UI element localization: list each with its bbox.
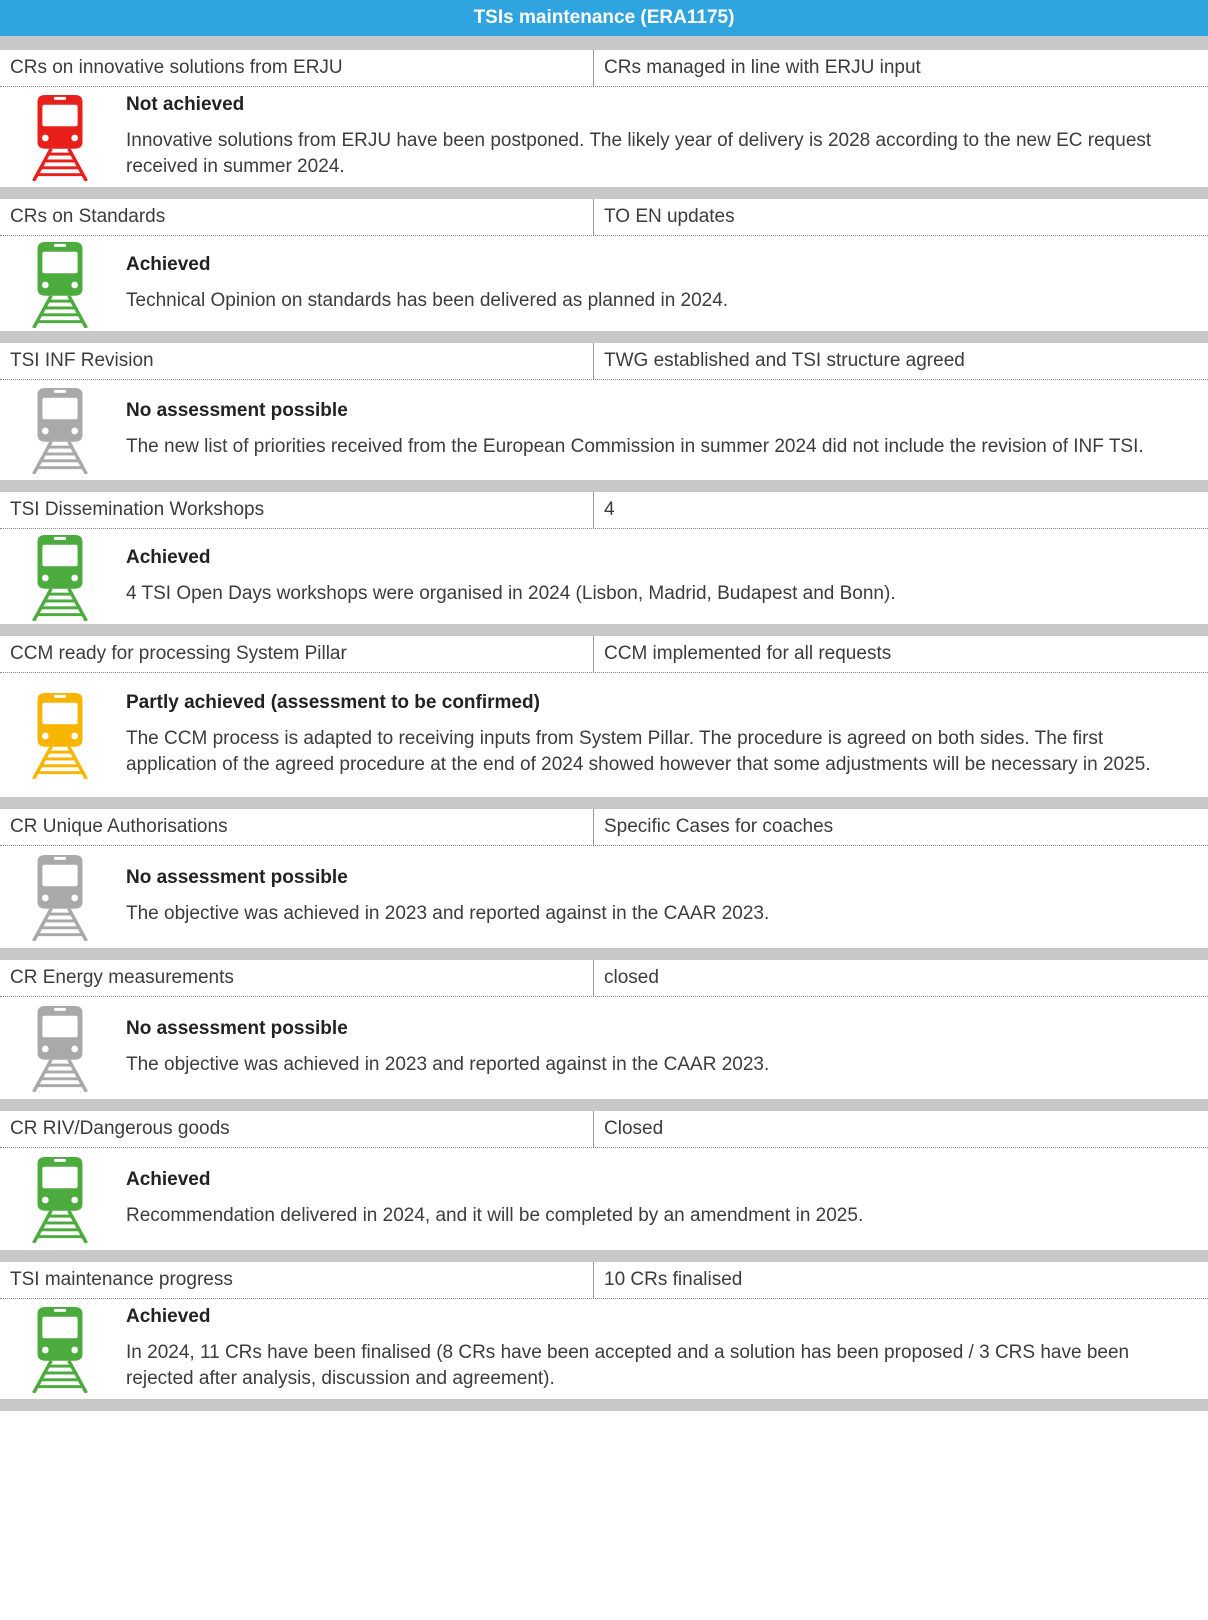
kpi-row: CRs on innovative solutions from ERJU CR… xyxy=(0,50,1208,87)
status-description: Innovative solutions from ERJU have been… xyxy=(126,130,1152,177)
row-separator xyxy=(0,480,1208,492)
train-status-icon-grey xyxy=(24,853,96,941)
table-title: TSIs maintenance (ERA1175) xyxy=(0,0,1208,36)
status-description: The objective was achieved in 2023 and r… xyxy=(126,1054,770,1075)
target-cell: TWG established and TSI structure agreed xyxy=(604,350,965,371)
kpi-row: TSI maintenance progress 10 CRs finalise… xyxy=(0,1262,1208,1299)
target-cell: 10 CRs finalised xyxy=(604,1269,743,1290)
assessment-block: Partly achieved (assessment to be confir… xyxy=(0,673,1208,797)
assessment-block: Not achieved Innovative solutions from E… xyxy=(0,87,1208,187)
target-cell: 4 xyxy=(604,499,615,520)
row-separator xyxy=(0,331,1208,343)
status-label: Achieved xyxy=(126,546,211,568)
assessment-block: Achieved In 2024, 11 CRs have been final… xyxy=(0,1299,1208,1399)
indicator-cell: CR Energy measurements xyxy=(0,960,594,996)
kpi-row: TSI Dissemination Workshops 4 xyxy=(0,492,1208,529)
kpi-row: CR RIV/Dangerous goods Closed xyxy=(0,1111,1208,1148)
assessment-block: No assessment possible The objective was… xyxy=(0,846,1208,948)
target-cell: Closed xyxy=(604,1118,664,1139)
status-description: 4 TSI Open Days workshops were organised… xyxy=(126,582,896,604)
status-label: No assessment possible xyxy=(126,1018,348,1039)
train-status-icon-green xyxy=(24,533,96,621)
indicator-cell: TSI INF Revision xyxy=(0,343,594,379)
tsi-maintenance-table: TSIs maintenance (ERA1175) CRs on innova… xyxy=(0,0,1208,1620)
status-label: No assessment possible xyxy=(126,400,348,421)
assessment-block: Achieved 4 TSI Open Days workshops were … xyxy=(0,529,1208,624)
status-label: Partly achieved (assessment to be confir… xyxy=(126,692,540,713)
row-separator xyxy=(0,624,1208,636)
status-description: The CCM process is adapted to receiving … xyxy=(126,728,1151,775)
indicator-cell: CR RIV/Dangerous goods xyxy=(0,1111,594,1147)
train-status-icon-green xyxy=(24,1305,96,1393)
target-cell: CRs managed in line with ERJU input xyxy=(604,57,921,78)
row-separator xyxy=(0,1250,1208,1262)
train-status-icon-grey xyxy=(24,386,96,474)
indicator-cell: TSI maintenance progress xyxy=(0,1262,594,1298)
row-separator xyxy=(0,797,1208,809)
status-label: Not achieved xyxy=(126,94,245,115)
kpi-row: CR Energy measurements closed xyxy=(0,960,1208,997)
status-label: Achieved xyxy=(126,1306,211,1327)
row-separator xyxy=(0,948,1208,960)
target-cell: CCM implemented for all requests xyxy=(604,643,892,664)
train-status-icon-green xyxy=(24,1155,96,1243)
status-label: No assessment possible xyxy=(126,867,348,888)
status-description: Technical Opinion on standards has been … xyxy=(126,289,729,311)
indicator-cell: CR Unique Authorisations xyxy=(0,809,594,845)
train-status-icon-amber xyxy=(24,691,96,779)
status-description: The objective was achieved in 2023 and r… xyxy=(126,903,770,924)
target-cell: Specific Cases for coaches xyxy=(604,816,834,837)
status-label: Achieved xyxy=(126,253,211,275)
status-label: Achieved xyxy=(126,1169,211,1190)
kpi-row: CCM ready for processing System Pillar C… xyxy=(0,636,1208,673)
kpi-row: CRs on Standards TO EN updates xyxy=(0,199,1208,236)
indicator-cell: CRs on innovative solutions from ERJU xyxy=(0,50,594,86)
row-separator xyxy=(0,1399,1208,1411)
status-description: The new list of priorities received from… xyxy=(126,436,1144,457)
indicator-cell: CRs on Standards xyxy=(0,199,594,235)
indicator-cell: TSI Dissemination Workshops xyxy=(0,492,594,528)
row-separator xyxy=(0,36,1208,50)
row-separator xyxy=(0,187,1208,199)
target-cell: TO EN updates xyxy=(604,206,735,227)
train-status-icon-red xyxy=(24,93,96,181)
kpi-row: CR Unique Authorisations Specific Cases … xyxy=(0,809,1208,846)
indicator-cell: CCM ready for processing System Pillar xyxy=(0,636,594,672)
row-separator xyxy=(0,1099,1208,1111)
target-cell: closed xyxy=(604,967,659,988)
assessment-block: No assessment possible The objective was… xyxy=(0,997,1208,1099)
status-description: Recommendation delivered in 2024, and it… xyxy=(126,1205,864,1226)
kpi-row: TSI INF Revision TWG established and TSI… xyxy=(0,343,1208,380)
assessment-block: No assessment possible The new list of p… xyxy=(0,380,1208,480)
train-status-icon-grey xyxy=(24,1004,96,1092)
train-status-icon-green xyxy=(24,240,96,328)
assessment-block: Achieved Technical Opinion on standards … xyxy=(0,236,1208,331)
assessment-block: Achieved Recommendation delivered in 202… xyxy=(0,1148,1208,1250)
status-description: In 2024, 11 CRs have been finalised (8 C… xyxy=(126,1342,1130,1389)
